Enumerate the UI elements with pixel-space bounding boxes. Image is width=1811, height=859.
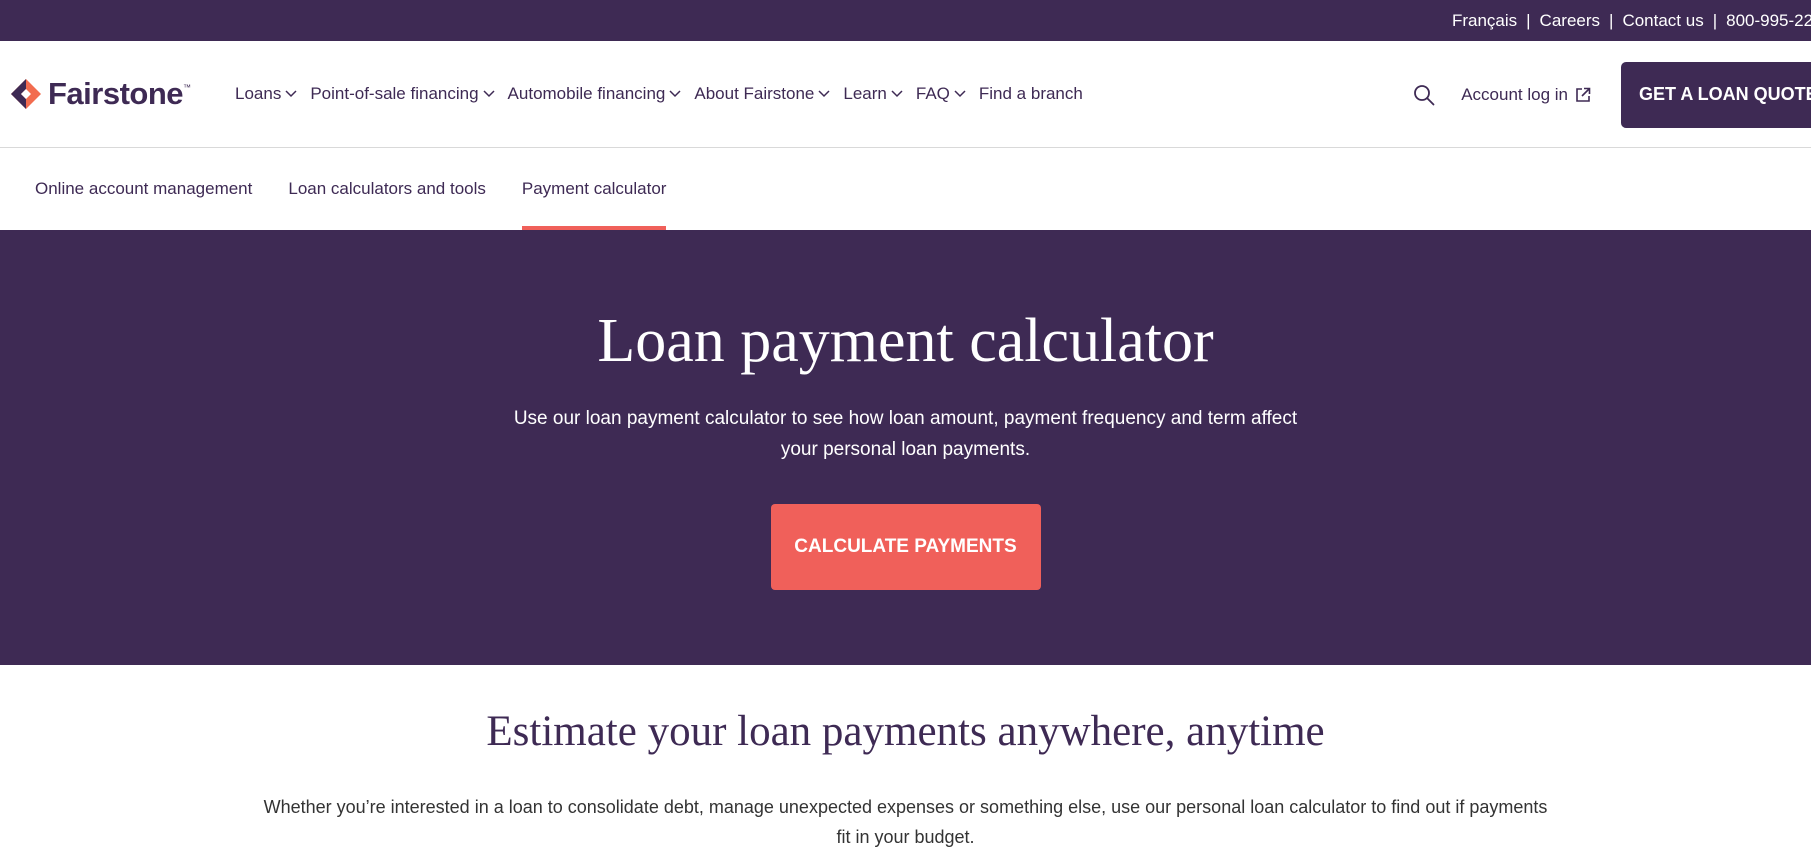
nav-item-automobile[interactable]: Automobile financing bbox=[508, 84, 682, 104]
nav-item-label: FAQ bbox=[915, 84, 950, 103]
nav-item-learn[interactable]: Learn bbox=[843, 84, 903, 104]
search-icon[interactable] bbox=[1413, 84, 1435, 106]
logo-trademark: ™ bbox=[183, 82, 192, 92]
calculate-payments-button[interactable]: CALCULATE PAYMENTS bbox=[770, 504, 1041, 591]
chevron-down-icon bbox=[285, 90, 297, 98]
utility-link-contact[interactable]: Contact us bbox=[1613, 11, 1712, 31]
account-login-link[interactable]: Account log in bbox=[1461, 85, 1591, 105]
utility-link-careers[interactable]: Careers bbox=[1531, 11, 1609, 31]
hero-section: Loan payment calculator Use our loan pay… bbox=[0, 230, 1811, 665]
nav-item-label: Point-of-sale financing bbox=[310, 84, 479, 103]
logo-mark-icon bbox=[11, 79, 41, 109]
logo-text: Fairstone bbox=[48, 76, 184, 111]
fairstone-logo[interactable]: Fairstone ™ bbox=[10, 76, 225, 112]
header-actions: Account log in GET A LOAN QUOTE bbox=[1413, 41, 1811, 148]
utility-phone-link[interactable]: 800-995-2274 bbox=[1717, 11, 1811, 31]
nav-item-loans[interactable]: Loans bbox=[235, 84, 297, 104]
utility-bar: Français | Careers | Contact us | 800-99… bbox=[0, 0, 1811, 41]
sub-nav: Online account management Loan calculato… bbox=[0, 148, 1811, 230]
chevron-down-icon bbox=[818, 90, 830, 98]
nav-item-label: Learn bbox=[843, 84, 887, 103]
main-header: Fairstone ™ Loans Point-of-sale financin… bbox=[0, 41, 1811, 148]
nav-item-label: Loans bbox=[235, 84, 282, 103]
external-link-icon bbox=[1576, 87, 1591, 102]
main-nav: Loans Point-of-sale financing Automobile… bbox=[235, 84, 1096, 104]
section-description: Whether you’re interested in a loan to c… bbox=[263, 797, 1548, 847]
subnav-item-payment-calculator[interactable]: Payment calculator bbox=[521, 148, 666, 230]
page-title: Loan payment calculator bbox=[597, 307, 1214, 375]
nav-item-label: About Fairstone bbox=[694, 84, 815, 103]
section-heading: Estimate your loan payments anywhere, an… bbox=[486, 708, 1325, 755]
account-login-label: Account log in bbox=[1461, 84, 1568, 104]
hero-description: Use our loan payment calculator to see h… bbox=[513, 408, 1298, 461]
estimate-section: Estimate your loan payments anywhere, an… bbox=[0, 665, 1811, 852]
chevron-down-icon bbox=[891, 90, 903, 98]
subnav-item-online-account[interactable]: Online account management bbox=[35, 148, 252, 230]
nav-item-label: Find a branch bbox=[978, 84, 1083, 103]
nav-item-faq[interactable]: FAQ bbox=[916, 84, 966, 104]
nav-item-point-of-sale[interactable]: Point-of-sale financing bbox=[310, 84, 495, 104]
chevron-down-icon bbox=[669, 90, 681, 98]
chevron-down-icon bbox=[483, 90, 495, 98]
chevron-down-icon bbox=[954, 90, 966, 98]
nav-item-find-branch[interactable]: Find a branch bbox=[979, 84, 1083, 104]
nav-item-label: Automobile financing bbox=[507, 84, 666, 103]
get-loan-quote-button[interactable]: GET A LOAN QUOTE bbox=[1621, 61, 1811, 128]
nav-item-about[interactable]: About Fairstone bbox=[694, 84, 830, 104]
subnav-item-loan-calculators[interactable]: Loan calculators and tools bbox=[288, 148, 486, 230]
utility-link-francais[interactable]: Français bbox=[1443, 11, 1526, 31]
